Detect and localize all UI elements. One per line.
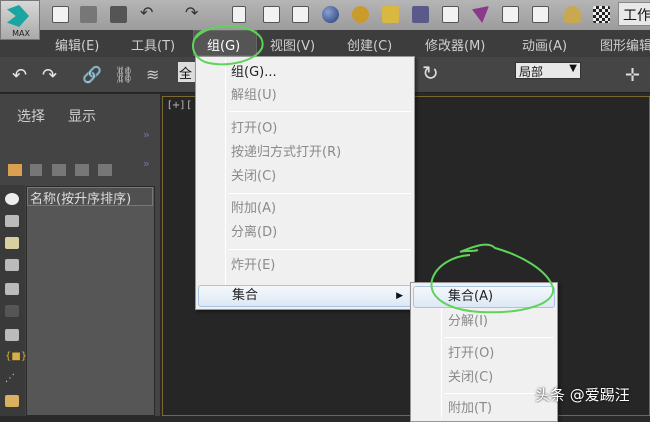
save-icon[interactable]	[110, 6, 127, 23]
main-toolbar: ↶ ↷ 工作	[0, 0, 650, 30]
filter-icon-column: {■} ⋰	[0, 185, 27, 416]
menu-item-open[interactable]: 打开(O)	[199, 118, 411, 140]
menu-item-assembly[interactable]: 集合 ▶	[198, 285, 412, 307]
unlink-icon[interactable]: ⛓	[114, 65, 134, 84]
project-icon[interactable]	[232, 6, 246, 23]
menu-item-assemble[interactable]: 集合(A)	[413, 286, 555, 308]
shield-icon[interactable]	[412, 6, 429, 23]
checker-icon[interactable]	[593, 6, 610, 23]
undo-icon[interactable]: ↶	[140, 3, 157, 22]
remove-filter-icon[interactable]	[75, 164, 89, 176]
menu-graph-editors[interactable]: 图形编辑	[600, 35, 650, 54]
helpers-icon[interactable]	[5, 283, 19, 295]
undo-button[interactable]: ↶	[12, 65, 27, 86]
menu-item-ungroup[interactable]: 解组(U)	[199, 85, 411, 107]
menu-item-open[interactable]: 打开(O)	[414, 343, 554, 365]
window-icon[interactable]	[532, 6, 549, 23]
menu-separator	[229, 111, 411, 112]
tab-select[interactable]: 选择	[17, 106, 45, 126]
menu-separator	[229, 249, 411, 250]
expand-icon[interactable]: »	[143, 157, 150, 170]
bind-space-warp-icon[interactable]: ≋	[146, 65, 159, 84]
add-filter-icon[interactable]	[52, 164, 66, 176]
teapot-icon[interactable]	[472, 6, 489, 23]
xref-icon[interactable]	[5, 395, 19, 407]
rotate-icon[interactable]: ↻	[422, 61, 439, 85]
menu-modifiers[interactable]: 修改器(M)	[425, 35, 485, 54]
menu-views[interactable]: 视图(V)	[270, 35, 315, 54]
window-icon[interactable]	[292, 6, 309, 23]
max-logo-icon	[7, 5, 29, 27]
new-file-icon[interactable]	[52, 6, 69, 23]
menu-item-attach[interactable]: 附加(A)	[199, 198, 411, 220]
menu-item-detach[interactable]: 分离(D)	[199, 222, 411, 244]
logo-text: MAX	[12, 29, 30, 38]
lamp-icon[interactable]	[564, 6, 581, 23]
select-tool-icon[interactable]	[8, 164, 22, 176]
box-filter-icon[interactable]	[98, 164, 112, 176]
shapes-icon[interactable]	[5, 215, 19, 227]
menu-separator	[229, 193, 411, 194]
menu-item-open-recursively[interactable]: 按递归方式打开(R)	[199, 142, 411, 164]
menu-item-group[interactable]: 组(G)...	[199, 62, 411, 84]
redo-button[interactable]: ↷	[42, 65, 57, 86]
menu-edit[interactable]: 编辑(E)	[55, 35, 99, 54]
coord-system-value: 局部	[519, 65, 544, 79]
menu-item-close[interactable]: 关闭(C)	[199, 166, 411, 188]
redo-icon[interactable]: ↷	[185, 3, 202, 22]
open-file-icon[interactable]	[80, 6, 97, 23]
link-icon[interactable]: 🔗	[82, 65, 102, 84]
group-filter-icon[interactable]	[30, 164, 42, 176]
move-gizmo-icon[interactable]: ✛	[625, 65, 640, 86]
window-icon[interactable]	[263, 6, 280, 23]
submenu-arrow-icon: ▶	[396, 291, 403, 301]
groups-icon[interactable]	[5, 329, 19, 341]
list-column-header-name[interactable]: 名称(按升序排序)	[27, 187, 153, 206]
window-icon[interactable]	[502, 6, 519, 23]
watermark: 头条 @爱踢汪	[535, 386, 630, 404]
expand-icon[interactable]: »	[143, 128, 150, 141]
window-icon[interactable]	[442, 6, 459, 23]
render-icon[interactable]	[382, 6, 399, 23]
app-menu-button[interactable]: MAX	[0, 0, 40, 40]
menu-create[interactable]: 创建(C)	[347, 35, 392, 54]
menu-tools[interactable]: 工具(T)	[131, 35, 175, 54]
menu-group[interactable]: 组(G)	[207, 35, 240, 54]
space-warps-icon[interactable]	[5, 305, 19, 317]
menu-item-assembly-label: 集合	[232, 288, 259, 303]
lights-icon[interactable]	[5, 237, 19, 249]
workspace-dropdown[interactable]: 工作	[618, 2, 650, 26]
cameras-icon[interactable]	[5, 259, 19, 271]
containers-icon[interactable]: {■}	[5, 351, 27, 363]
menu-item-close[interactable]: 关闭(C)	[414, 367, 554, 389]
group-menu-dropdown: 组(G)... 解组(U) 打开(O) 按递归方式打开(R) 关闭(C) 附加(…	[195, 56, 415, 310]
material-sphere-icon[interactable]	[322, 6, 339, 23]
bones-icon[interactable]: ⋰	[5, 373, 19, 385]
render-setup-icon[interactable]	[352, 6, 369, 23]
menu-separator	[445, 337, 554, 338]
viewport-label[interactable]: [+] [	[168, 100, 191, 111]
menu-item-attach[interactable]: 附加(T)	[414, 398, 554, 420]
tab-display[interactable]: 显示	[68, 106, 96, 126]
chevron-down-icon: ▼	[569, 63, 577, 74]
menu-item-disassemble[interactable]: 分解(I)	[414, 311, 554, 333]
geometry-icon[interactable]	[5, 193, 19, 205]
menu-animation[interactable]: 动画(A)	[522, 35, 567, 54]
menu-item-explode[interactable]: 炸开(E)	[199, 255, 411, 277]
reference-coordinate-dropdown[interactable]: 局部 ▼	[515, 62, 581, 79]
scene-object-list[interactable]	[26, 186, 155, 416]
